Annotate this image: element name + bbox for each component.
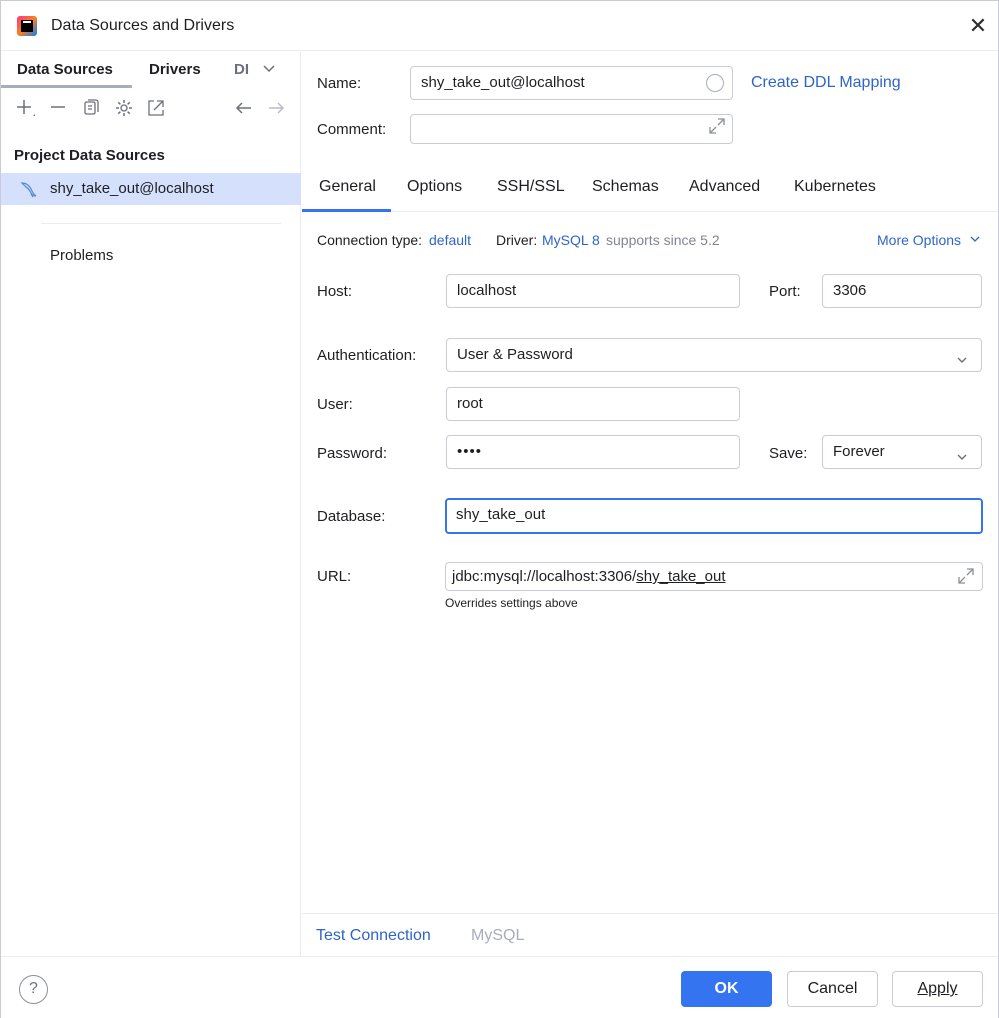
- active-tab-indicator: [302, 209, 391, 212]
- dialog-window: Data Sources and Drivers ✕ Data Sources …: [0, 0, 999, 1018]
- comment-input[interactable]: [410, 114, 733, 144]
- left-panel: Data Sources Drivers DI Project Data Sou…: [1, 52, 301, 956]
- data-source-label: shy_take_out@localhost: [50, 180, 214, 197]
- chevron-down-icon: [955, 444, 969, 468]
- footer: ? OK Cancel Apply: [1, 956, 998, 1018]
- color-circle-icon[interactable]: [706, 74, 724, 92]
- password-input[interactable]: ••••: [446, 435, 740, 469]
- test-connection-link[interactable]: Test Connection: [316, 927, 431, 945]
- add-icon[interactable]: [13, 96, 37, 120]
- forward-arrow-icon[interactable]: [264, 96, 288, 120]
- export-icon[interactable]: [144, 96, 168, 120]
- port-input[interactable]: 3306: [822, 274, 982, 308]
- url-input[interactable]: jdbc:mysql://localhost:3306/shy_take_out: [445, 562, 983, 591]
- right-panel: Name: shy_take_out@localhost Create DDL …: [302, 52, 998, 956]
- data-source-item[interactable]: shy_take_out@localhost: [1, 173, 301, 205]
- more-options-label: More Options: [877, 232, 962, 248]
- url-database: shy_take_out: [636, 568, 726, 585]
- problems-item[interactable]: Problems: [50, 247, 113, 264]
- database-label: Database:: [317, 508, 386, 525]
- save-label: Save:: [769, 445, 808, 462]
- url-prefix: jdbc:mysql://localhost:3306/: [452, 568, 637, 585]
- settings-gear-icon[interactable]: [112, 96, 136, 120]
- url-label: URL:: [317, 568, 352, 585]
- project-data-sources-heading: Project Data Sources: [14, 147, 165, 164]
- name-input[interactable]: shy_take_out@localhost: [410, 66, 733, 100]
- intellij-app-icon: [17, 16, 37, 36]
- host-label: Host:: [317, 283, 353, 300]
- save-value: Forever: [833, 443, 885, 460]
- authentication-value: User & Password: [457, 346, 573, 363]
- save-select[interactable]: Forever: [822, 435, 982, 469]
- connection-type-link[interactable]: default: [429, 232, 471, 248]
- database-input[interactable]: shy_take_out: [445, 498, 983, 534]
- authentication-label: Authentication:: [317, 347, 417, 364]
- active-tab-indicator: [1, 85, 132, 88]
- password-label: Password:: [317, 445, 388, 462]
- url-note: Overrides settings above: [445, 596, 578, 610]
- driver-note: supports since 5.2: [606, 232, 720, 248]
- tab-schemas[interactable]: Schemas: [592, 178, 659, 196]
- expand-icon[interactable]: [707, 116, 727, 143]
- window-title: Data Sources and Drivers: [51, 17, 235, 34]
- left-toolbar: [1, 96, 301, 126]
- back-arrow-icon[interactable]: [232, 96, 256, 120]
- apply-button[interactable]: Apply: [892, 971, 983, 1007]
- port-label: Port:: [769, 283, 801, 300]
- more-options-link[interactable]: More Options: [877, 232, 981, 248]
- separator: [41, 223, 281, 224]
- host-input[interactable]: localhost: [446, 274, 740, 308]
- expand-icon[interactable]: [956, 566, 976, 590]
- tab-ddl-mappings[interactable]: DI: [234, 61, 249, 78]
- tab-kubernetes[interactable]: Kubernetes: [794, 178, 876, 196]
- bottom-strip: Test Connection MySQL: [302, 913, 998, 956]
- user-input[interactable]: root: [446, 387, 740, 421]
- chevron-down-icon[interactable]: [261, 60, 277, 79]
- close-icon[interactable]: ✕: [967, 15, 989, 37]
- left-tabs: Data Sources Drivers DI: [1, 52, 301, 89]
- authentication-select[interactable]: User & Password: [446, 338, 982, 372]
- settings-tabs: General Options SSH/SSL Schemas Advanced…: [302, 164, 998, 212]
- tab-drivers[interactable]: Drivers: [149, 61, 201, 78]
- create-ddl-mapping-link[interactable]: Create DDL Mapping: [751, 74, 901, 92]
- copy-icon[interactable]: [79, 96, 103, 120]
- connection-type-label: Connection type:: [317, 232, 423, 248]
- mysql-dolphin-icon: [19, 179, 39, 199]
- chevron-down-icon: [970, 236, 980, 242]
- help-icon[interactable]: ?: [19, 975, 48, 1004]
- driver-label: Driver:: [496, 232, 538, 248]
- tab-ssh-ssl[interactable]: SSH/SSL: [497, 178, 565, 196]
- title-bar: Data Sources and Drivers ✕: [1, 1, 998, 51]
- tab-data-sources[interactable]: Data Sources: [17, 61, 113, 78]
- remove-icon[interactable]: [47, 96, 71, 120]
- name-label: Name:: [317, 75, 362, 92]
- driver-link[interactable]: MySQL 8: [542, 232, 600, 248]
- chevron-down-icon: [955, 347, 969, 371]
- ok-button[interactable]: OK: [681, 971, 772, 1007]
- comment-label: Comment:: [317, 121, 387, 138]
- tab-options[interactable]: Options: [407, 178, 462, 196]
- cancel-button[interactable]: Cancel: [787, 971, 878, 1007]
- driver-name-label: MySQL: [471, 927, 525, 944]
- tab-general[interactable]: General: [319, 178, 376, 196]
- tab-advanced[interactable]: Advanced: [689, 178, 760, 196]
- user-label: User:: [317, 396, 353, 413]
- name-value: shy_take_out@localhost: [421, 74, 585, 91]
